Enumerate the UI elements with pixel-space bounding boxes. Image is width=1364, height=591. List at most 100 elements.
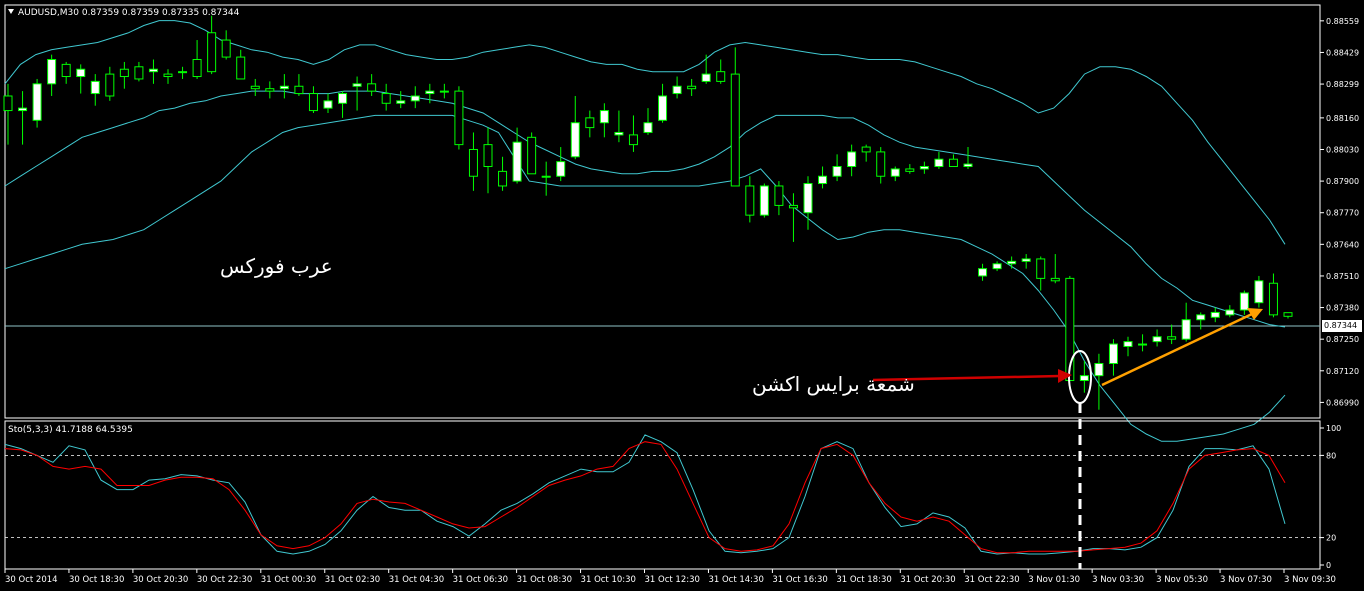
trading-chart[interactable]: 0.88559 0.88429 0.88299 0.88160 0.88030 0.879… bbox=[0, 0, 1364, 591]
candle-body bbox=[1167, 336, 1177, 340]
candle-body bbox=[454, 90, 464, 146]
candle-body bbox=[367, 83, 377, 92]
candle-body bbox=[1021, 258, 1031, 262]
candle-body bbox=[1108, 343, 1118, 364]
candle bbox=[192, 40, 202, 79]
candle-body bbox=[1239, 292, 1249, 311]
candle-body bbox=[236, 56, 246, 80]
dropdown-triangle-icon[interactable] bbox=[8, 9, 14, 14]
candle bbox=[948, 154, 958, 168]
time-tick-label: 31 Oct 02:30 bbox=[325, 575, 380, 585]
time-tick-label: 30 Oct 18:30 bbox=[69, 575, 124, 585]
candle bbox=[18, 91, 28, 145]
time-tick-label: 31 Oct 00:30 bbox=[261, 575, 316, 585]
candle bbox=[1094, 353, 1104, 410]
candle-body bbox=[585, 117, 595, 129]
price-tick-label: 0.87250 bbox=[1326, 335, 1359, 344]
candle-body bbox=[498, 170, 508, 187]
orange-arrow-line bbox=[1101, 312, 1253, 387]
price-tick-label: 0.87510 bbox=[1326, 272, 1359, 281]
time-tick-label: 30 Oct 20:30 bbox=[133, 575, 188, 585]
candle bbox=[221, 30, 231, 60]
candle bbox=[134, 61, 144, 82]
candle-body bbox=[701, 73, 711, 82]
candle-body bbox=[658, 95, 668, 121]
candle-body bbox=[876, 151, 886, 177]
stochastic-pane[interactable]: 100 80 20 0 bbox=[4, 420, 1341, 570]
candle bbox=[643, 108, 653, 135]
candle-body bbox=[119, 68, 129, 78]
brand-watermark: عرب فوركس bbox=[220, 254, 333, 278]
candle-body bbox=[47, 59, 57, 85]
candle bbox=[905, 164, 915, 174]
stochastic-lines bbox=[4, 434, 1320, 555]
candle bbox=[47, 54, 57, 96]
sto-tick-label: 80 bbox=[1326, 451, 1336, 460]
time-tick-label: 31 Oct 10:30 bbox=[581, 575, 636, 585]
candle-body bbox=[890, 168, 900, 177]
candle-body bbox=[265, 88, 275, 92]
candle-body bbox=[410, 95, 420, 102]
time-tick-label: 3 Nov 05:30 bbox=[1156, 575, 1208, 585]
candle bbox=[367, 74, 377, 96]
candle-body bbox=[919, 166, 929, 170]
time-tick-label: 30 Oct 2014 bbox=[5, 575, 58, 585]
candle-body bbox=[1079, 375, 1089, 382]
candle bbox=[1108, 339, 1118, 376]
bollinger-bands bbox=[4, 20, 1286, 442]
candle-body bbox=[1050, 277, 1060, 282]
candle bbox=[250, 78, 260, 96]
price-axis: 0.88559 0.88429 0.88299 0.88160 0.88030 0.879… bbox=[1320, 17, 1359, 407]
candle-body bbox=[948, 158, 958, 168]
time-tick-label: 31 Oct 12:30 bbox=[645, 575, 700, 585]
candle bbox=[1268, 273, 1278, 318]
bollinger-lower-line bbox=[4, 114, 1286, 442]
candle-body bbox=[32, 83, 42, 121]
candle bbox=[919, 161, 929, 174]
symbol-info-text: AUDUSD,M30 0.87359 0.87359 0.87335 0.873… bbox=[18, 8, 240, 18]
candle-body bbox=[439, 90, 449, 93]
price-tick-label: 0.87120 bbox=[1326, 367, 1359, 376]
candle bbox=[614, 110, 624, 143]
candle-body bbox=[527, 136, 537, 175]
candle bbox=[1167, 324, 1177, 345]
time-tick-label: 30 Oct 22:30 bbox=[197, 575, 252, 585]
price-tick-label: 0.88030 bbox=[1326, 145, 1359, 154]
candle bbox=[847, 144, 857, 177]
candle-body bbox=[730, 73, 740, 187]
candle bbox=[1196, 312, 1206, 330]
price-tick-label: 0.86990 bbox=[1326, 398, 1359, 407]
price-tick-label: 0.88160 bbox=[1326, 114, 1359, 123]
candle bbox=[163, 69, 173, 84]
time-tick-label: 31 Oct 18:30 bbox=[836, 575, 891, 585]
candle bbox=[759, 183, 769, 218]
candles bbox=[3, 15, 1293, 410]
time-tick-label: 31 Oct 08:30 bbox=[517, 575, 572, 585]
candle-body bbox=[1152, 336, 1162, 343]
candle bbox=[1007, 256, 1017, 269]
candle-body bbox=[978, 268, 988, 277]
price-tick-label: 0.87380 bbox=[1326, 304, 1359, 313]
candle-body bbox=[18, 107, 28, 112]
candle bbox=[730, 47, 740, 187]
candle bbox=[207, 15, 217, 75]
candle-body bbox=[323, 100, 333, 109]
candle-body bbox=[774, 185, 784, 206]
candle-body bbox=[803, 183, 813, 214]
stochastic-series-line bbox=[4, 434, 1286, 555]
candle bbox=[832, 154, 842, 182]
candle-body bbox=[1254, 280, 1264, 304]
candle-body bbox=[1181, 319, 1191, 340]
candle-body bbox=[992, 263, 1002, 270]
sto-tick-label: 100 bbox=[1326, 424, 1341, 433]
candle-body bbox=[788, 204, 798, 209]
main-price-pane[interactable]: 0.88559 0.88429 0.88299 0.88160 0.88030 0.879… bbox=[3, 4, 1359, 442]
candle bbox=[934, 151, 944, 169]
candle bbox=[803, 176, 813, 230]
candle-body bbox=[614, 131, 624, 136]
candle-body bbox=[468, 148, 478, 177]
candle-body bbox=[425, 90, 435, 95]
candle bbox=[265, 81, 275, 99]
candle bbox=[687, 78, 697, 96]
candle bbox=[1050, 254, 1060, 284]
